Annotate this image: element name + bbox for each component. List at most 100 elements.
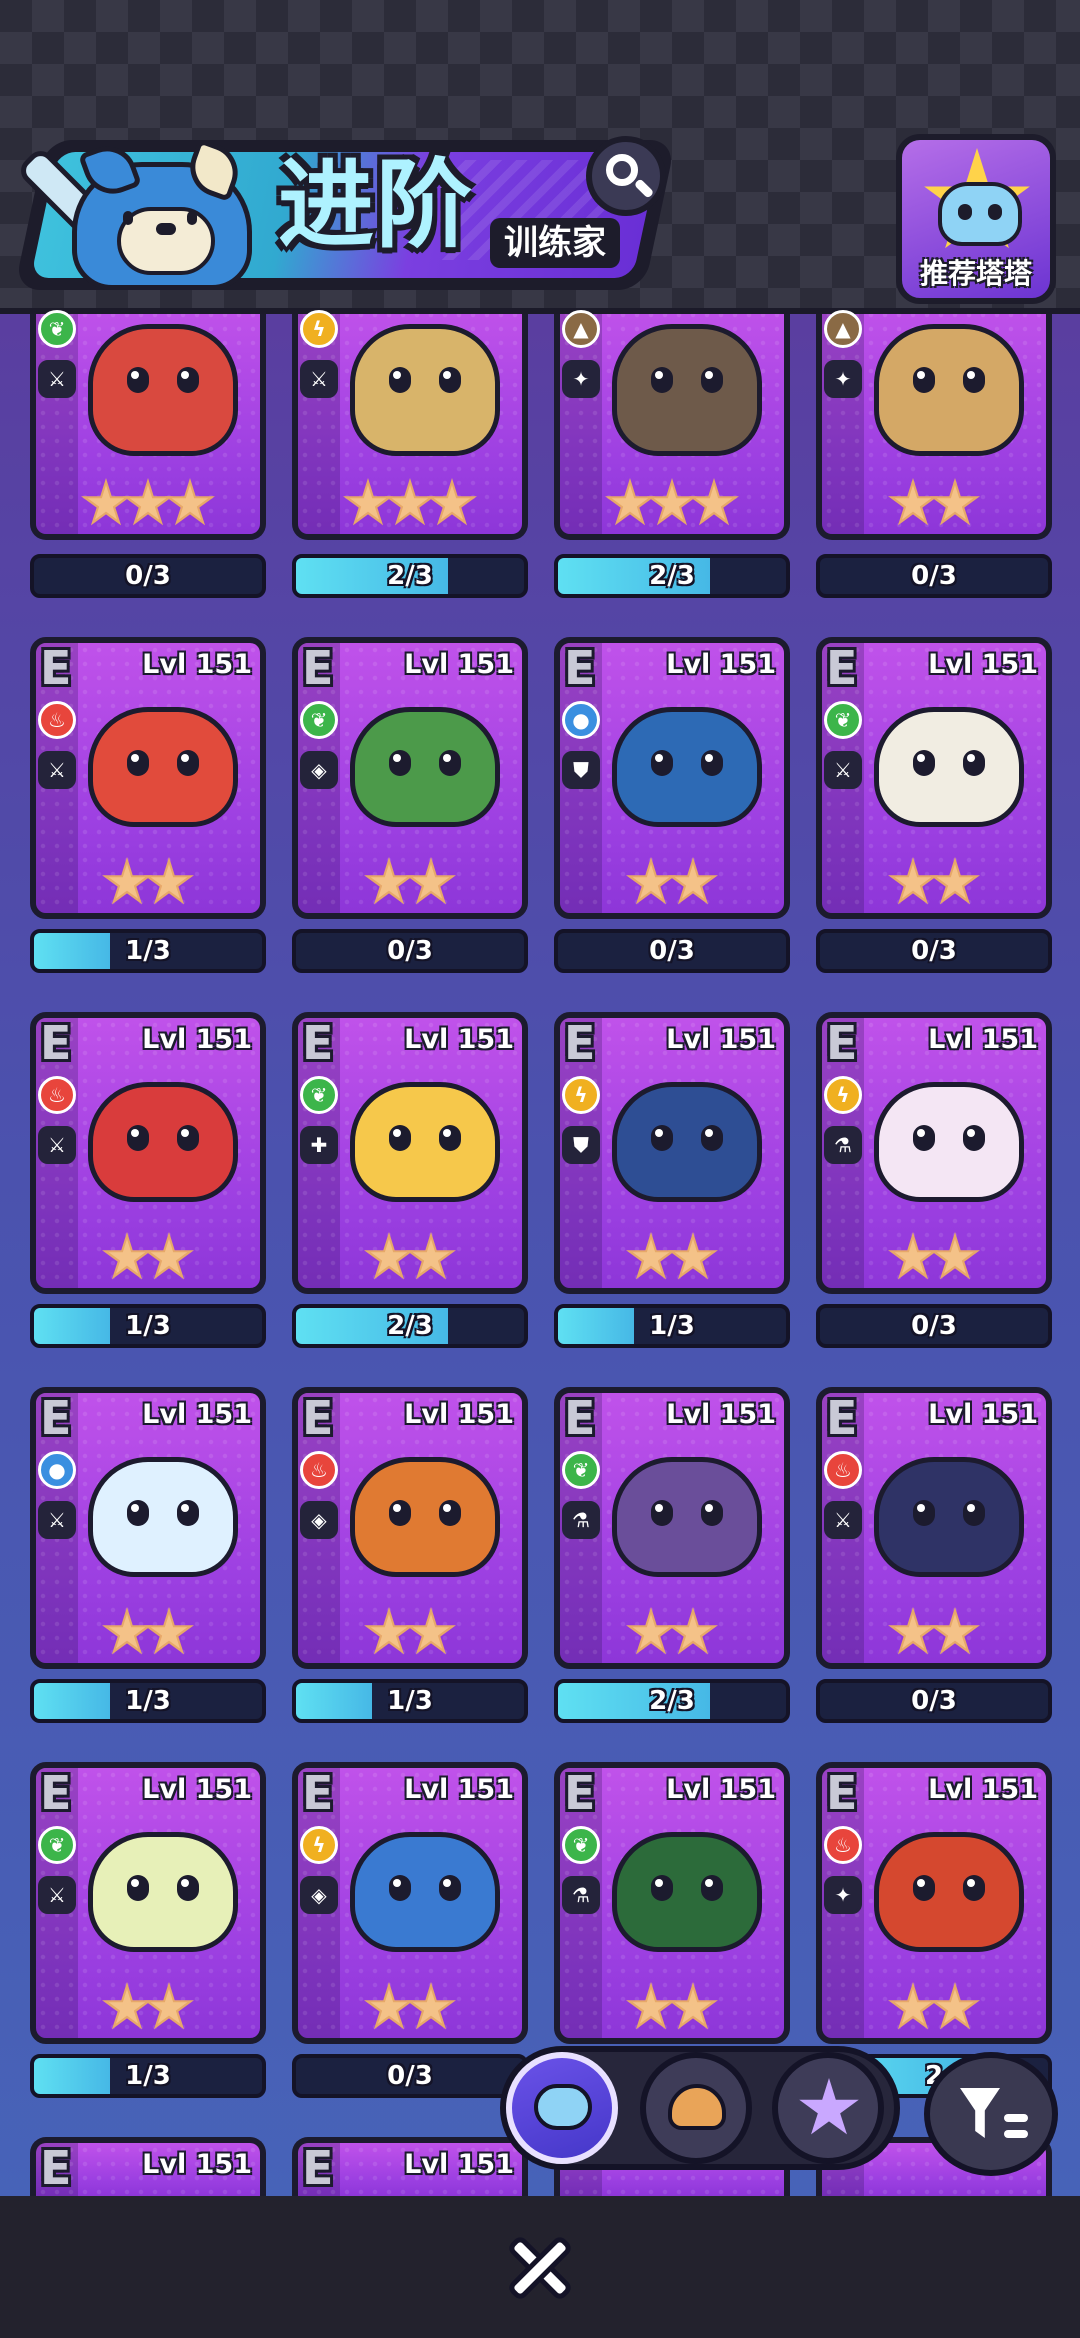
star-icon: [144, 1982, 194, 2030]
filter-bread-button[interactable]: [640, 2052, 752, 2164]
filter-gem-button[interactable]: [772, 2052, 884, 2164]
search-icon: [606, 154, 638, 186]
progress-text: 0/3: [911, 936, 957, 966]
attack-role-icon: ⚔: [300, 360, 338, 398]
progress-text: 2/3: [649, 561, 695, 591]
card-level: Lvl 151: [928, 649, 1038, 680]
close-button[interactable]: [500, 2228, 580, 2308]
progress-text: 1/3: [125, 1686, 171, 1716]
card-level: Lvl 151: [142, 1774, 252, 1805]
creature-card[interactable]: E Lvl 151 ❦ ⚔: [816, 637, 1052, 919]
creature-card[interactable]: E Lvl 151 ❦ ◈: [292, 637, 528, 919]
star-icon: [930, 478, 980, 526]
card-tier: E: [826, 641, 858, 695]
creature-card[interactable]: ϟ ⚔: [292, 308, 528, 540]
card-tier: E: [564, 641, 596, 695]
card-level: Lvl 151: [666, 1024, 776, 1055]
earth-element-icon: ▲: [824, 310, 862, 348]
shard-progress-bar: 2/3: [292, 1304, 528, 1348]
creature-card[interactable]: E Lvl 151 ♨ ⚔: [30, 637, 266, 919]
star-icon: [406, 857, 456, 905]
star-bunny-icon: [874, 1082, 1024, 1202]
progress-text: 2/3: [649, 1686, 695, 1716]
creature-card[interactable]: E Lvl 151 ♨ ◈: [292, 1387, 528, 1669]
creature-card[interactable]: E Lvl 151 ϟ ◈: [292, 1762, 528, 2044]
funnel-icon: [960, 2088, 1000, 2138]
rock-lizard-icon: [612, 324, 762, 456]
star-icon: [888, 1232, 938, 1280]
card-level: Lvl 151: [928, 1399, 1038, 1430]
page-subtitle: 训练家: [490, 218, 620, 268]
bread-icon: [668, 2084, 726, 2130]
shard-progress-bar: 2/3: [554, 554, 790, 598]
progress-text: 1/3: [125, 936, 171, 966]
progress-text: 0/3: [125, 561, 171, 591]
star-rating: [36, 1982, 260, 2038]
card-level: Lvl 151: [928, 1774, 1038, 1805]
card-tier: E: [826, 1016, 858, 1070]
creature-card[interactable]: E Lvl 151 ♨ ⚔: [30, 1012, 266, 1294]
card-level: Lvl 151: [404, 1399, 514, 1430]
star-icon: [144, 857, 194, 905]
red-fox-icon: [88, 707, 238, 827]
creature-card[interactable]: E Lvl 151 ♨ ⚔: [816, 1387, 1052, 1669]
star-icon: [406, 1982, 456, 2030]
toucan-icon: [612, 1082, 762, 1202]
progress-text: 1/3: [649, 1311, 695, 1341]
progress-text: 1/3: [387, 1686, 433, 1716]
star-icon: [144, 1232, 194, 1280]
fire-element-icon: ♨: [824, 1826, 862, 1864]
creature-card[interactable]: ▲ ✦: [816, 308, 1052, 540]
creature-card[interactable]: E Lvl 151 ❦ ⚗: [554, 1762, 790, 2044]
star-icon: [406, 1232, 456, 1280]
fire-element-icon: ♨: [38, 1076, 76, 1114]
shard-progress-bar: 2/3: [292, 554, 528, 598]
creature-card[interactable]: E Lvl 151 ♨ ✦: [816, 1762, 1052, 2044]
leaf-chick-icon: [88, 1832, 238, 1952]
star-rating: [298, 1982, 522, 2038]
creature-card[interactable]: E Lvl 151 ϟ ⚗: [816, 1012, 1052, 1294]
star-icon: [123, 478, 173, 526]
creature-card[interactable]: E Lvl 151 ● ⛊: [554, 637, 790, 919]
card-tier: E: [302, 1391, 334, 1445]
star-rating: [298, 857, 522, 913]
star-rating: [822, 1982, 1046, 2038]
attack-role-icon: ⚔: [38, 751, 76, 789]
progress-text: 0/3: [387, 936, 433, 966]
card-level: Lvl 151: [404, 1024, 514, 1055]
grass-element-icon: ❦: [562, 1451, 600, 1489]
earth-element-icon: ▲: [562, 310, 600, 348]
star-icon: [888, 857, 938, 905]
star-icon: [406, 1607, 456, 1655]
creature-card[interactable]: E Lvl 151 ϟ ⛊: [554, 1012, 790, 1294]
electric-element-icon: ϟ: [824, 1076, 862, 1114]
mushroom-icon: [612, 1457, 762, 1577]
grass-element-icon: ❦: [562, 1826, 600, 1864]
creature-card[interactable]: E Lvl 151: [292, 2137, 528, 2197]
creature-card[interactable]: E Lvl 151 ❦ ⚔: [30, 1762, 266, 2044]
star-icon: [364, 1607, 414, 1655]
attack-role-icon: ⚔: [824, 751, 862, 789]
creature-card[interactable]: E Lvl 151 ❦ ✚: [292, 1012, 528, 1294]
card-level: Lvl 151: [404, 649, 514, 680]
star-icon: [668, 1982, 718, 2030]
filter-robot-cat-button[interactable]: [506, 2052, 618, 2164]
recommend-button[interactable]: 推荐塔塔: [896, 134, 1056, 304]
creature-card[interactable]: ▲ ✦: [554, 308, 790, 540]
red-owl-icon: [88, 1082, 238, 1202]
star-icon: [144, 1607, 194, 1655]
shard-progress-bar: 1/3: [30, 1304, 266, 1348]
sunflower-icon: [350, 1082, 500, 1202]
creature-card[interactable]: E Lvl 151: [30, 2137, 266, 2197]
filter-toggle-button[interactable]: [924, 2052, 1058, 2176]
card-tier: E: [40, 1766, 72, 1820]
creature-card[interactable]: E Lvl 151 ❦ ⚗: [554, 1387, 790, 1669]
blue-bird-icon: [350, 1832, 500, 1952]
shard-progress-bar: 0/3: [292, 929, 528, 973]
goggle-bird-icon: [874, 1832, 1024, 1952]
creature-card[interactable]: E Lvl 151 ● ⚔: [30, 1387, 266, 1669]
fire-element-icon: ♨: [300, 1451, 338, 1489]
creature-card[interactable]: ❦ ⚔: [30, 308, 266, 540]
search-button[interactable]: [586, 136, 666, 216]
grass-element-icon: ❦: [824, 701, 862, 739]
